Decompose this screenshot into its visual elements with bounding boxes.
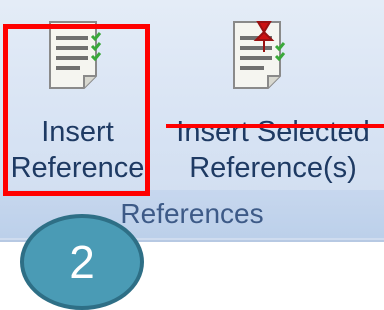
insert-selected-label-line1: Insert Selected xyxy=(176,116,370,148)
insert-selected-label-line2: Reference(s) xyxy=(189,152,357,184)
highlight-box xyxy=(3,24,150,196)
step-badge: 2 xyxy=(20,214,144,310)
insert-selected-reference-button[interactable]: Insert Selected Reference(s) xyxy=(162,8,384,188)
document-check-pin-icon xyxy=(233,21,286,89)
red-arrow-line xyxy=(166,124,384,128)
